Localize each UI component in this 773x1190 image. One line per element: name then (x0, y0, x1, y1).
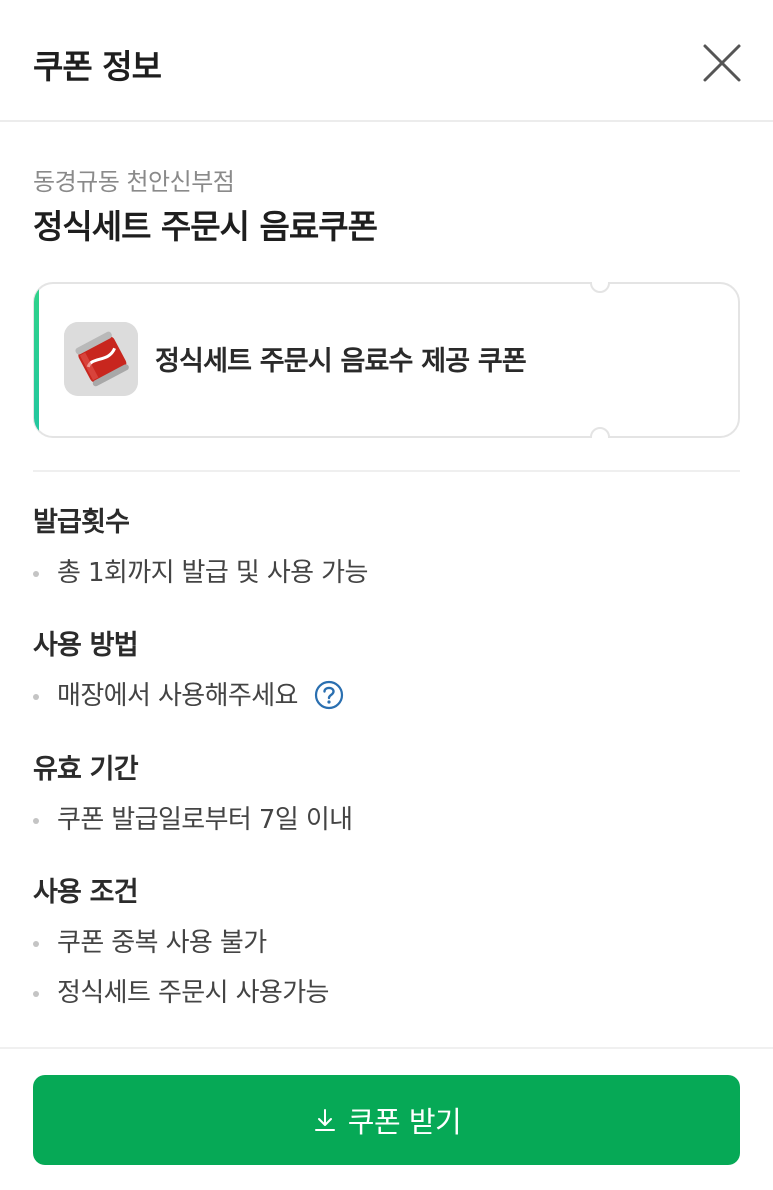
question-icon (314, 680, 343, 709)
coupon-product-image (64, 322, 138, 396)
coupon-ticket: 정식세트 주문시 음료수 제공 쿠폰 (33, 282, 740, 438)
section-title: 유효 기간 (33, 754, 139, 785)
coupon-info-sheet: 쿠폰 정보 동경규동 천안신부점 정식세트 주문시 음료쿠폰 정식세트 주문시 … (0, 0, 773, 1190)
bullet-dot (33, 694, 39, 700)
list-item-text: 매장에서 사용해주세요 (57, 681, 298, 711)
list-item: 쿠폰 중복 사용 불가 (33, 926, 740, 960)
section-title: 사용 방법 (33, 630, 139, 661)
list-item-text: 정식세트 주문시 사용가능 (57, 978, 329, 1008)
get-coupon-button[interactable]: 쿠폰 받기 (33, 1075, 740, 1165)
ticket-description: 정식세트 주문시 음료수 제공 쿠폰 (155, 346, 527, 377)
bullet-dot (33, 991, 39, 997)
close-icon (703, 44, 741, 82)
divider (33, 470, 740, 472)
coupon-title: 정식세트 주문시 음료쿠폰 (33, 207, 378, 246)
issue-count-section: 발급횟수 총 1회까지 발급 및 사용 가능 (33, 506, 740, 590)
get-coupon-label: 쿠폰 받기 (347, 1105, 462, 1139)
list-item: 총 1회까지 발급 및 사용 가능 (33, 556, 740, 590)
download-icon (314, 1109, 335, 1131)
list-item: 쿠폰 발급일로부터 7일 이내 (33, 803, 740, 837)
help-button[interactable] (314, 680, 344, 710)
bullet-dot (33, 941, 39, 947)
usage-conditions-section: 사용 조건 쿠폰 중복 사용 불가 정식세트 주문시 사용가능 (33, 876, 740, 1010)
list-item-text: 쿠폰 발급일로부터 7일 이내 (57, 805, 353, 835)
soda-can-icon (64, 322, 138, 396)
usage-method-section: 사용 방법 매장에서 사용해주세요 (33, 629, 740, 713)
list-item-text: 총 1회까지 발급 및 사용 가능 (57, 558, 368, 588)
list-item: 매장에서 사용해주세요 (33, 679, 740, 713)
section-title: 발급횟수 (33, 507, 130, 538)
validity-section: 유효 기간 쿠폰 발급일로부터 7일 이내 (33, 753, 740, 837)
section-title: 사용 조건 (33, 877, 139, 908)
close-button[interactable] (697, 38, 747, 88)
list-item-text: 쿠폰 중복 사용 불가 (57, 928, 267, 958)
bottom-divider (0, 1047, 773, 1049)
store-name: 동경규동 천안신부점 (33, 168, 235, 196)
bullet-dot (33, 818, 39, 824)
bullet-dot (33, 571, 39, 577)
page-title: 쿠폰 정보 (33, 47, 162, 86)
list-item: 정식세트 주문시 사용가능 (33, 976, 740, 1010)
header: 쿠폰 정보 (0, 0, 773, 122)
